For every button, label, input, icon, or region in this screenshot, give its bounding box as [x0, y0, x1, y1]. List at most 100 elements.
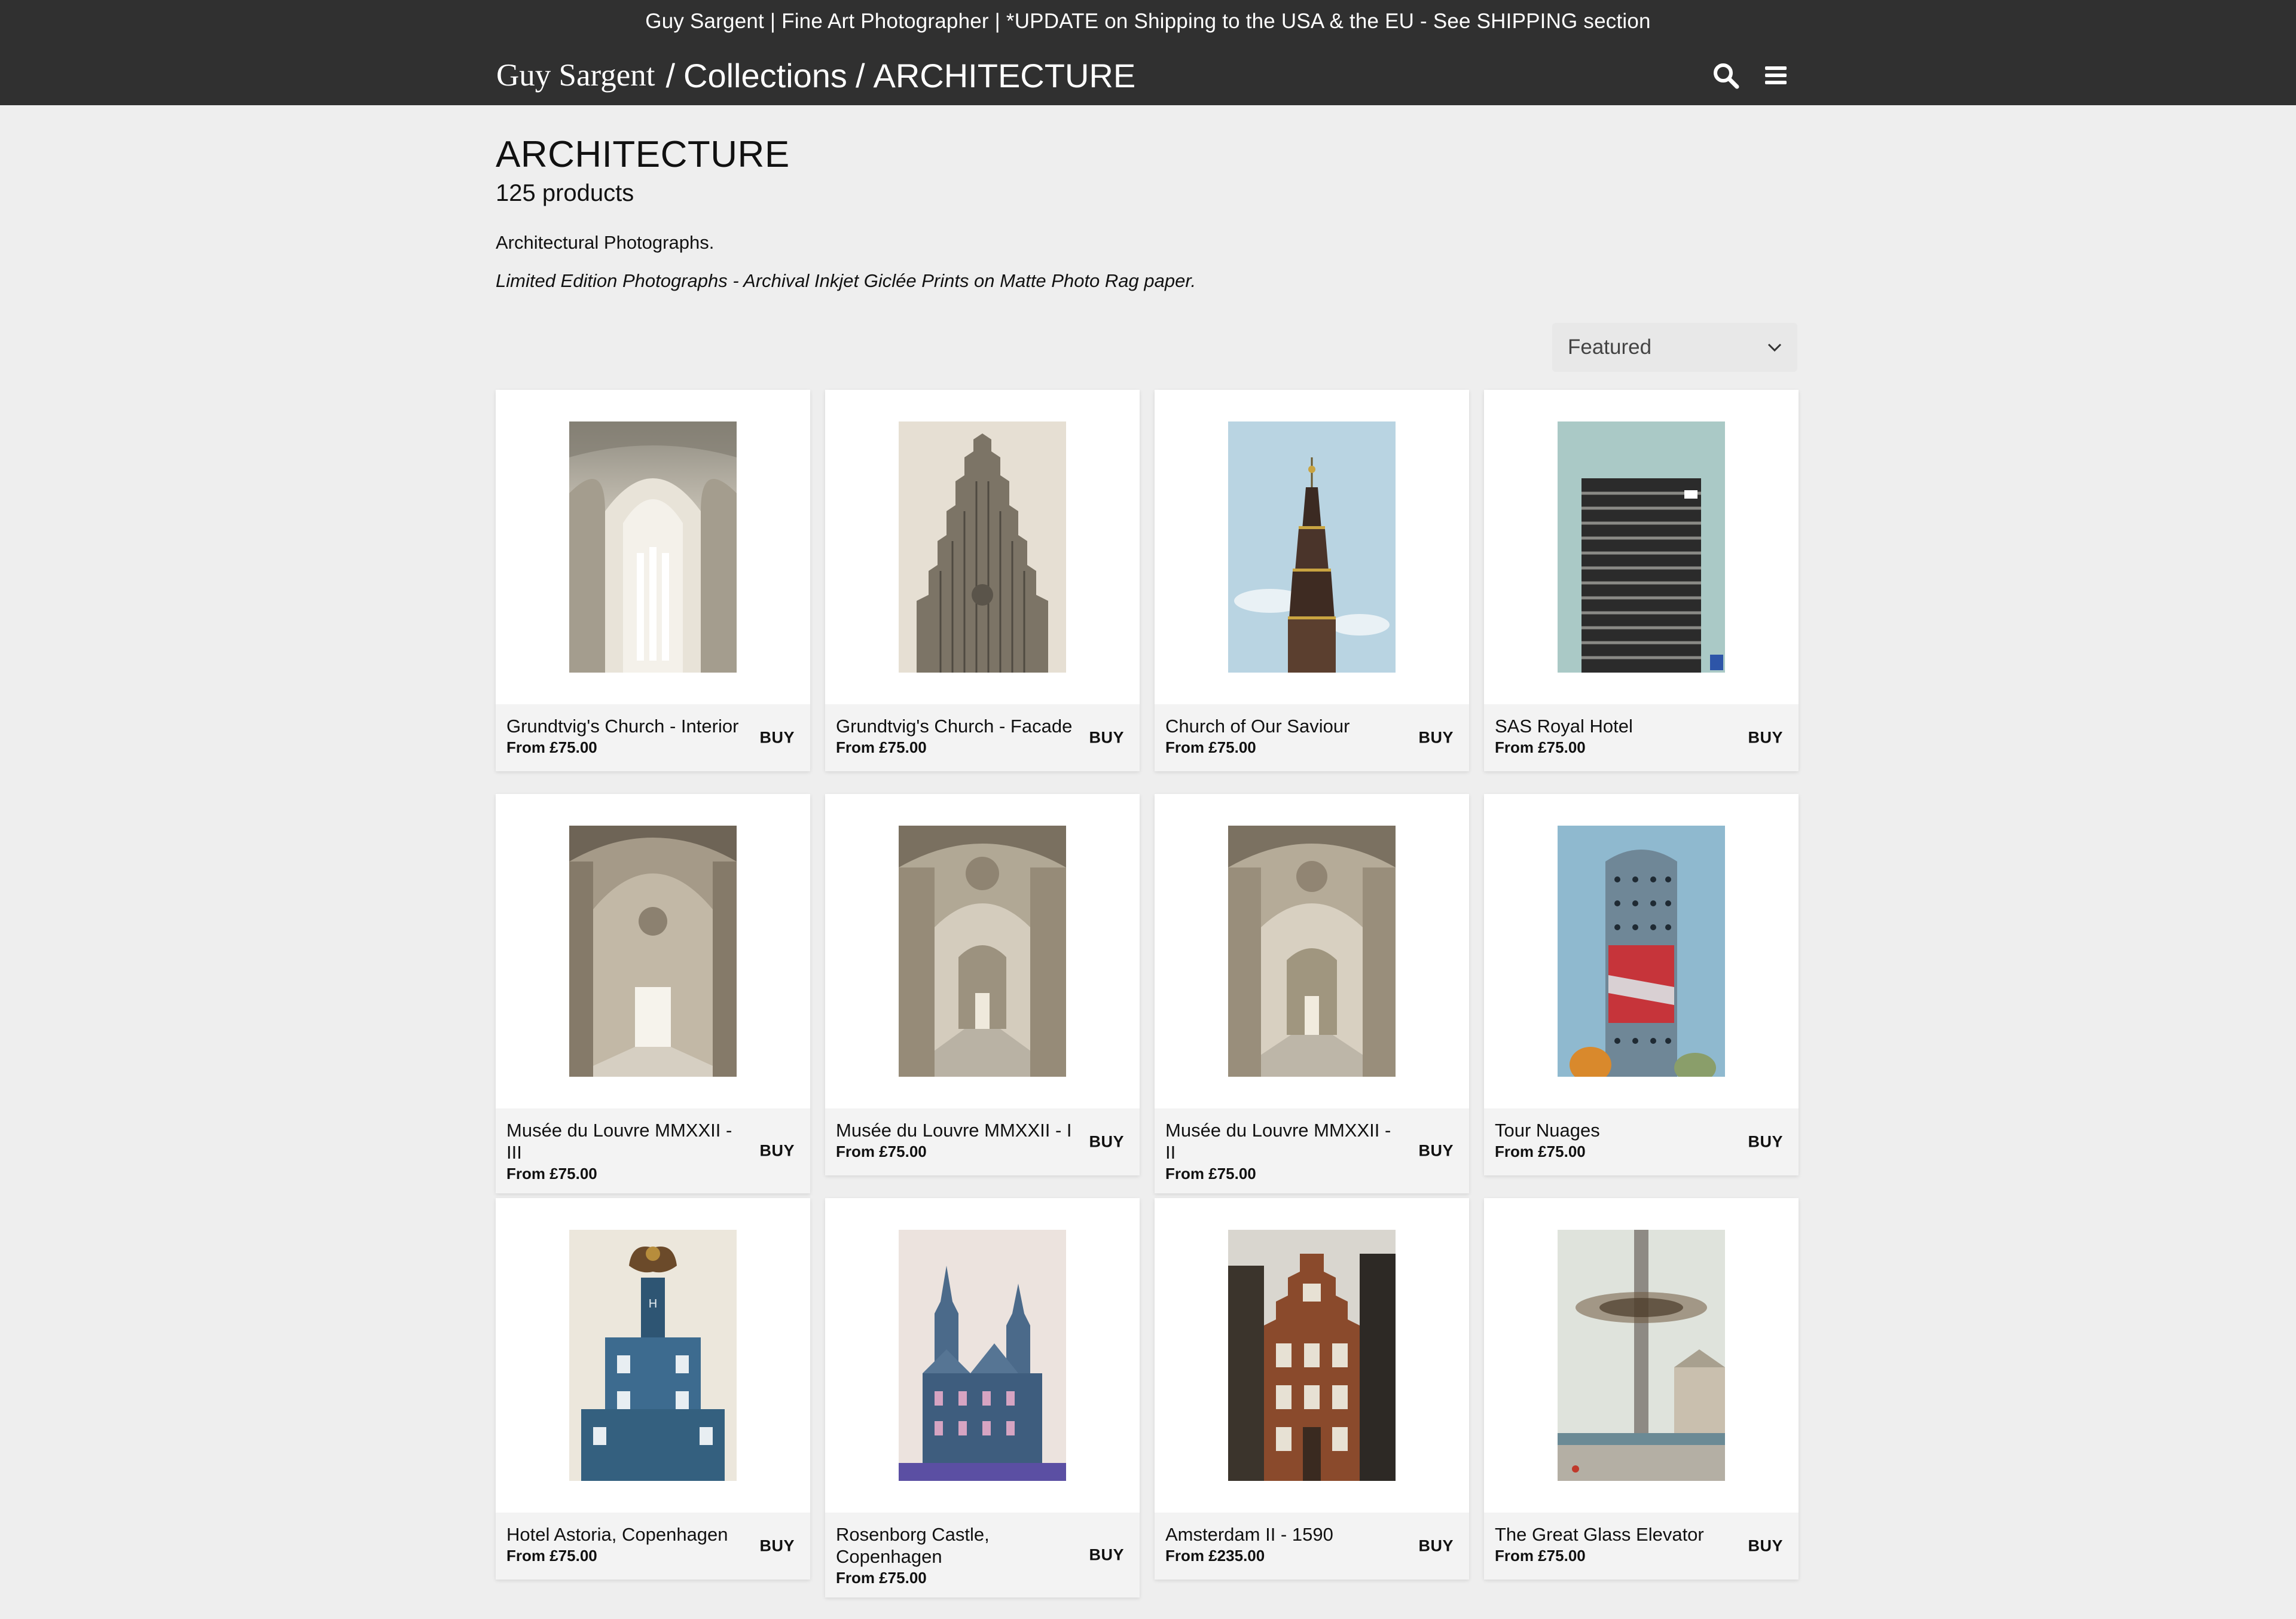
product-card[interactable]: Grundtvig's Church - Facade From £75.00 …	[825, 390, 1140, 771]
product-image	[1228, 826, 1396, 1077]
product-price: From £75.00	[1165, 738, 1256, 756]
collection-description: Architectural Photographs.	[496, 232, 715, 253]
product-image	[899, 421, 1066, 673]
product-title[interactable]: Musée du Louvre MMXXII - I	[836, 1119, 1074, 1141]
product-image	[1228, 421, 1396, 673]
product-image	[1558, 826, 1725, 1077]
product-image-frame	[825, 1198, 1140, 1513]
product-image-frame	[825, 794, 1140, 1108]
product-image	[1558, 1230, 1725, 1481]
buy-button[interactable]: BUY	[1089, 1546, 1124, 1565]
product-card-footer: Hotel Astoria, Copenhagen From £75.00 BU…	[496, 1513, 810, 1580]
product-image: H	[569, 1230, 737, 1481]
product-card-footer: Musée du Louvre MMXXII - I From £75.00 B…	[825, 1108, 1140, 1175]
buy-button[interactable]: BUY	[1748, 729, 1783, 747]
product-title[interactable]: The Great Glass Elevator	[1495, 1523, 1733, 1545]
buy-button[interactable]: BUY	[1089, 729, 1124, 747]
breadcrumb-current: ARCHITECTURE	[873, 56, 1136, 94]
sort-select[interactable]: Featured	[1552, 323, 1797, 372]
product-price: From £75.00	[1165, 1165, 1256, 1183]
product-image	[569, 826, 737, 1077]
product-card-footer: Musée du Louvre MMXXII - III From £75.00…	[496, 1108, 810, 1193]
product-title[interactable]: Grundtvig's Church - Facade	[836, 715, 1074, 737]
product-image	[1228, 1230, 1396, 1481]
product-card[interactable]: Musée du Louvre MMXXII - I From £75.00 B…	[825, 794, 1140, 1175]
collection-title: ARCHITECTURE	[496, 134, 790, 175]
product-card[interactable]: Grundtvig's Church - Interior From £75.0…	[496, 390, 810, 771]
product-card-footer: Musée du Louvre MMXXII - II From £75.00 …	[1155, 1108, 1469, 1193]
buy-button[interactable]: BUY	[759, 729, 795, 747]
collection-description-italic: Limited Edition Photographs - Archival I…	[496, 270, 1196, 291]
product-image-frame	[1155, 1198, 1469, 1513]
product-image-frame	[1155, 390, 1469, 704]
product-image	[1558, 421, 1725, 673]
buy-button[interactable]: BUY	[1748, 1537, 1783, 1556]
buy-button[interactable]: BUY	[1418, 729, 1454, 747]
product-image-frame	[1484, 1198, 1799, 1513]
product-card[interactable]: Musée du Louvre MMXXII - II From £75.00 …	[1155, 794, 1469, 1193]
site-header: Guy Sargent | Fine Art Photographer | *U…	[0, 0, 2296, 105]
breadcrumb-collections-link[interactable]: Collections	[683, 56, 847, 95]
product-card[interactable]: Musée du Louvre MMXXII - III From £75.00…	[496, 794, 810, 1193]
buy-button[interactable]: BUY	[1418, 1142, 1454, 1160]
product-image	[899, 826, 1066, 1077]
product-count: 125 products	[496, 180, 634, 206]
buy-button[interactable]: BUY	[759, 1142, 795, 1160]
product-title[interactable]: Musée du Louvre MMXXII - II	[1165, 1119, 1403, 1163]
product-card-footer: Rosenborg Castle, Copenhagen From £75.00…	[825, 1513, 1140, 1597]
navigation-bar: Guy Sargent / Collections / ARCHITECTURE	[496, 50, 1797, 100]
product-card[interactable]: Rosenborg Castle, Copenhagen From £75.00…	[825, 1198, 1140, 1597]
product-image-frame	[496, 794, 810, 1108]
product-card-footer: Church of Our Saviour From £75.00 BUY	[1155, 704, 1469, 771]
product-image-frame	[1155, 794, 1469, 1108]
product-card[interactable]: Church of Our Saviour From £75.00 BUY	[1155, 390, 1469, 771]
product-price: From £75.00	[1495, 738, 1586, 756]
product-price: From £75.00	[1495, 1547, 1586, 1565]
buy-button[interactable]: BUY	[759, 1537, 795, 1556]
product-image-frame	[825, 390, 1140, 704]
product-title[interactable]: Amsterdam II - 1590	[1165, 1523, 1403, 1545]
product-price: From £75.00	[836, 738, 927, 756]
product-title[interactable]: SAS Royal Hotel	[1495, 715, 1733, 737]
product-card-footer: Grundtvig's Church - Interior From £75.0…	[496, 704, 810, 771]
chevron-down-icon	[1767, 343, 1782, 352]
product-title[interactable]: Tour Nuages	[1495, 1119, 1733, 1141]
product-card[interactable]: The Great Glass Elevator From £75.00 BUY	[1484, 1198, 1799, 1580]
product-price: From £75.00	[836, 1569, 927, 1587]
product-price: From £75.00	[506, 738, 597, 756]
product-title[interactable]: Musée du Louvre MMXXII - III	[506, 1119, 744, 1163]
announcement-bar[interactable]: Guy Sargent | Fine Art Photographer | *U…	[0, 0, 2296, 43]
product-title[interactable]: Church of Our Saviour	[1165, 715, 1403, 737]
product-price: From £75.00	[506, 1165, 597, 1183]
product-card-footer: The Great Glass Elevator From £75.00 BUY	[1484, 1513, 1799, 1580]
hotel-sign-text: H	[649, 1297, 657, 1311]
product-card[interactable]: H Hotel Astoria, Copenhagen From £75.00 …	[496, 1198, 810, 1580]
product-image-frame	[1484, 794, 1799, 1108]
sort-selected-value: Featured	[1568, 335, 1652, 359]
product-price: From £75.00	[1495, 1143, 1586, 1160]
product-title[interactable]: Rosenborg Castle, Copenhagen	[836, 1523, 1074, 1568]
product-image-frame: H	[496, 1198, 810, 1513]
product-title[interactable]: Grundtvig's Church - Interior	[506, 715, 744, 737]
product-title[interactable]: Hotel Astoria, Copenhagen	[506, 1523, 744, 1545]
buy-button[interactable]: BUY	[1748, 1133, 1783, 1151]
collection-header: ARCHITECTURE 125 products Architectural …	[496, 133, 1799, 293]
header-actions	[1711, 50, 1790, 100]
buy-button[interactable]: BUY	[1418, 1537, 1454, 1556]
product-card[interactable]: SAS Royal Hotel From £75.00 BUY	[1484, 390, 1799, 771]
product-card[interactable]: Amsterdam II - 1590 From £235.00 BUY	[1155, 1198, 1469, 1580]
product-image-frame	[496, 390, 810, 704]
breadcrumb: Guy Sargent / Collections / ARCHITECTURE	[496, 50, 1135, 100]
site-logo[interactable]: Guy Sargent	[496, 57, 655, 93]
product-image	[569, 421, 737, 673]
buy-button[interactable]: BUY	[1089, 1133, 1124, 1151]
search-icon[interactable]	[1711, 61, 1740, 90]
hamburger-menu-icon[interactable]	[1761, 61, 1790, 90]
product-card-footer: Tour Nuages From £75.00 BUY	[1484, 1108, 1799, 1175]
product-price: From £75.00	[506, 1547, 597, 1565]
product-price: From £75.00	[836, 1143, 927, 1160]
product-image-frame	[1484, 390, 1799, 704]
breadcrumb-separator: /	[855, 56, 865, 94]
product-card-footer: Amsterdam II - 1590 From £235.00 BUY	[1155, 1513, 1469, 1580]
product-card[interactable]: Tour Nuages From £75.00 BUY	[1484, 794, 1799, 1175]
